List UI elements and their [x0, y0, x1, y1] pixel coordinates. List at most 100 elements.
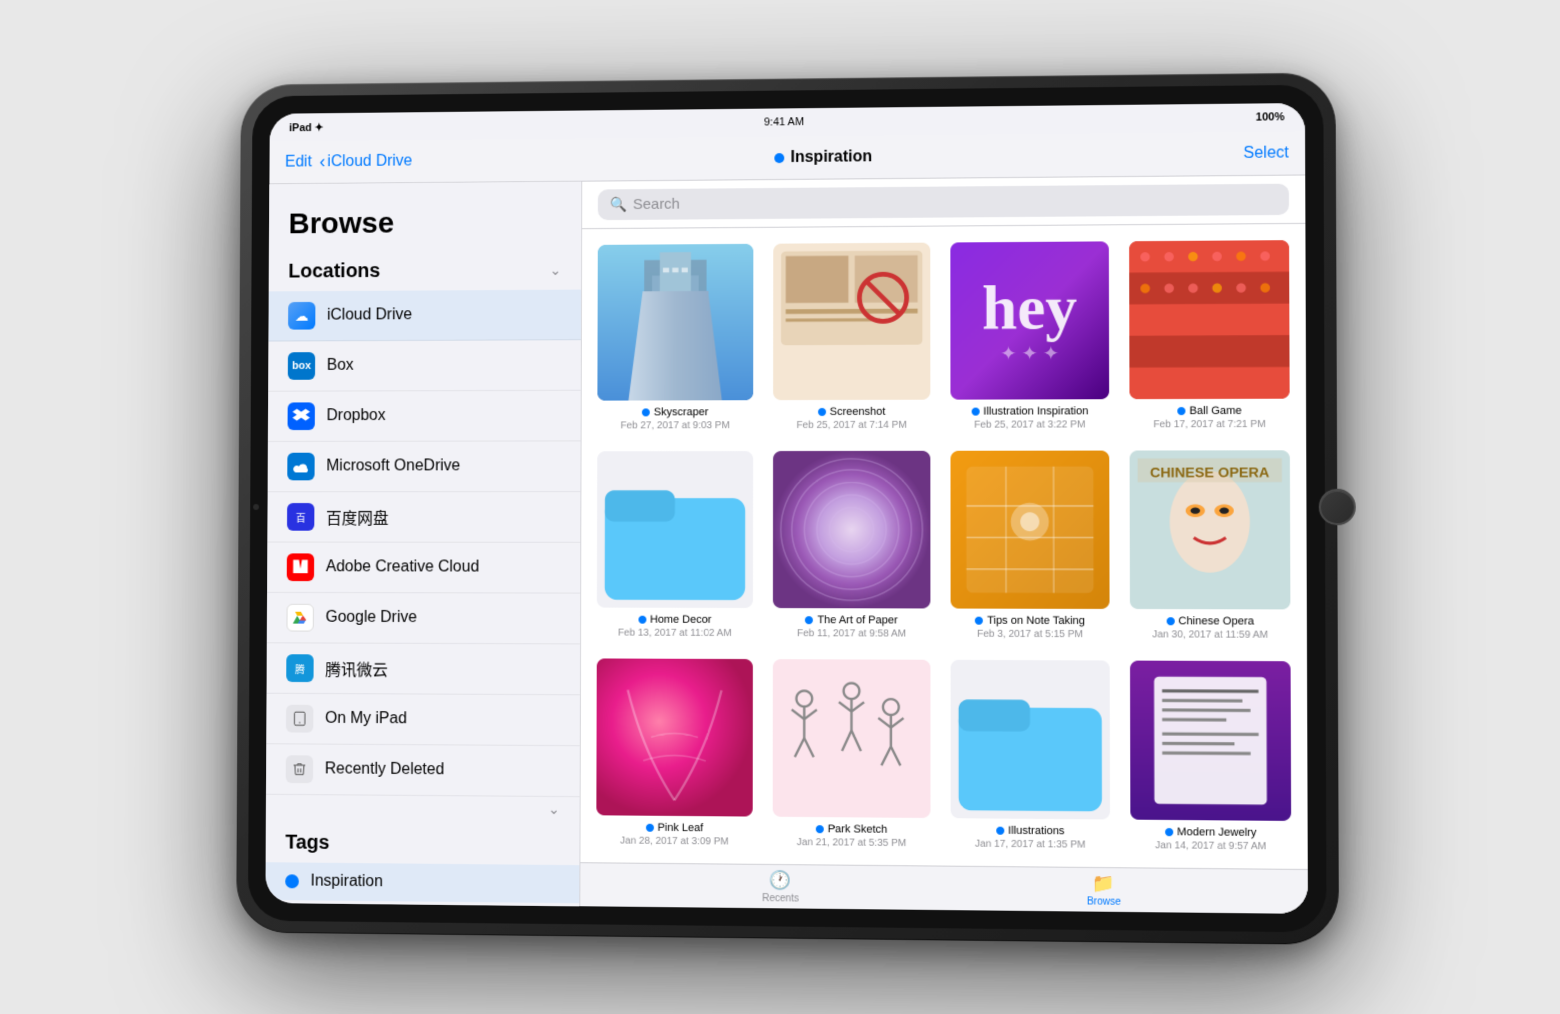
select-button[interactable]: Select	[1243, 144, 1288, 163]
ballgame-thumb	[1129, 240, 1290, 399]
chineseopera-name: Chinese Opera	[1166, 615, 1254, 627]
sidebar-item-icloud[interactable]: ☁ iCloud Drive	[269, 290, 581, 342]
tab-browse[interactable]: 📁 Browse	[1087, 873, 1121, 908]
search-icon: 🔍	[610, 196, 627, 213]
ipad-device: iPad ✦ 9:41 AM 100% Edit ‹ iCloud Drive	[236, 72, 1339, 944]
locations-label: Locations	[288, 260, 380, 283]
homedecor-name: Home Decor	[638, 614, 711, 626]
browse-icon: 📁	[1092, 873, 1115, 895]
artofpaper-dot	[805, 616, 813, 624]
file-item-pinkleaf[interactable]: Pink Leaf Jan 28, 2017 at 3:09 PM	[596, 658, 753, 847]
screenshot-name: Screenshot	[818, 406, 886, 418]
file-item-homedecor[interactable]: Home Decor Feb 13, 2017 at 11:02 AM	[597, 451, 753, 639]
onedrive-label: Microsoft OneDrive	[326, 457, 460, 475]
locations-bottom-chevron-icon[interactable]: ⌄	[548, 801, 560, 818]
tencent-icon: 腾	[286, 654, 313, 682]
sidebar-item-recently-deleted[interactable]: Recently Deleted	[266, 744, 580, 797]
svg-text:✦ ✦ ✦: ✦ ✦ ✦	[1000, 343, 1059, 365]
tab-recents[interactable]: 🕐 Recents	[762, 869, 799, 904]
sidebar-item-box[interactable]: box Box	[268, 340, 580, 392]
illustration-thumb: hey ✦ ✦ ✦	[950, 241, 1109, 399]
tags-title: Tags	[266, 816, 580, 866]
svg-text:hey: hey	[982, 274, 1077, 343]
file-item-parksketch[interactable]: Park Sketch Jan 21, 2017 at 5:35 PM	[773, 659, 931, 849]
homedecor-thumb	[597, 451, 753, 608]
chineseopera-dot	[1166, 617, 1174, 625]
ballgame-name: Ball Game	[1177, 405, 1242, 417]
pinkleaf-date: Jan 28, 2017 at 3:09 PM	[620, 836, 729, 848]
inspiration-tag-label: Inspiration	[311, 873, 383, 892]
baidu-label: 百度网盘	[326, 505, 389, 529]
homedecor-date: Feb 13, 2017 at 11:02 AM	[618, 628, 732, 639]
dropbox-icon	[288, 402, 315, 430]
box-label: Box	[327, 357, 354, 375]
pinkleaf-dot	[646, 824, 654, 832]
sidebar-item-google[interactable]: Google Drive	[267, 593, 580, 645]
locations-chevron-icon[interactable]: ⌄	[550, 262, 562, 279]
file-item-illustrations[interactable]: Illustrations Jan 17, 2017 at 1:35 PM	[951, 660, 1110, 851]
battery-label: 100%	[1256, 111, 1285, 123]
dropbox-label: Dropbox	[326, 407, 385, 425]
chineseopera-date: Jan 30, 2017 at 11:59 AM	[1152, 629, 1268, 641]
search-container: 🔍 Search	[582, 175, 1305, 229]
page-title: Inspiration	[791, 148, 873, 167]
browse-label: Browse	[1087, 896, 1121, 908]
edit-button[interactable]: Edit	[285, 153, 312, 171]
skyscraper-date: Feb 27, 2017 at 9:03 PM	[621, 420, 730, 431]
sidebar-item-ipad[interactable]: On My iPad	[266, 694, 579, 746]
pinkleaf-name: Pink Leaf	[646, 822, 704, 835]
modernjewelry-dot	[1165, 828, 1173, 836]
illustrations-name: Illustrations	[996, 825, 1065, 838]
homedecor-dot	[638, 616, 646, 624]
adobe-label: Adobe Creative Cloud	[326, 558, 479, 576]
back-chevron-icon: ‹	[320, 151, 326, 172]
inspiration-dot-icon	[285, 874, 299, 888]
screenshot-date: Feb 25, 2017 at 7:14 PM	[796, 420, 906, 431]
sidebar-item-onedrive[interactable]: Microsoft OneDrive	[268, 441, 581, 492]
nav-left: Edit ‹ iCloud Drive	[285, 151, 412, 173]
pinkleaf-thumb	[596, 658, 753, 816]
notetaking-dot	[975, 617, 983, 625]
main-content: Browse Locations ⌄ ☁ iCloud Drive box Bo…	[266, 175, 1308, 913]
illustrations-dot	[996, 827, 1004, 835]
sidebar-item-adobe[interactable]: Adobe Creative Cloud	[267, 543, 580, 594]
nav-title: Inspiration	[775, 148, 873, 167]
sidebar-item-tencent[interactable]: 腾 腾讯微云	[267, 643, 580, 695]
search-bar[interactable]: 🔍 Search	[598, 184, 1289, 220]
modernjewelry-thumb	[1130, 661, 1291, 821]
onedrive-icon	[287, 453, 314, 481]
file-area: 🔍 Search	[580, 175, 1308, 913]
file-item-notetaking[interactable]: Tips on Note Taking Feb 3, 2017 at 5:15 …	[950, 451, 1109, 641]
sidebar-item-baidu[interactable]: 百 百度网盘	[267, 492, 580, 543]
recents-label: Recents	[762, 893, 799, 904]
box-icon: box	[288, 352, 315, 380]
illustrations-date: Jan 17, 2017 at 1:35 PM	[975, 839, 1086, 851]
tab-bar: 🕐 Recents 📁 Browse	[580, 862, 1308, 914]
file-item-ballgame[interactable]: Ball Game Feb 17, 2017 at 7:21 PM	[1129, 240, 1290, 430]
search-input[interactable]: Search	[633, 196, 680, 213]
adobe-icon	[287, 553, 314, 581]
chineseopera-thumb: CHINESE OPERA	[1130, 450, 1291, 609]
file-item-artofpaper[interactable]: The Art of Paper Feb 11, 2017 at 9:58 AM	[773, 451, 931, 640]
file-item-chineseopera[interactable]: CHINESE OPERA Chinese Opera Jan 30, 2017…	[1130, 450, 1291, 641]
skyscraper-name: Skyscraper	[642, 406, 709, 418]
screenshot-thumb	[773, 243, 930, 401]
notetaking-thumb	[950, 451, 1109, 609]
file-item-skyscraper[interactable]: Skyscraper Feb 27, 2017 at 9:03 PM	[597, 244, 753, 432]
home-button[interactable]	[1319, 489, 1356, 526]
illustration-dot	[971, 408, 979, 416]
icloud-icon: ☁	[288, 302, 315, 330]
tag-item-inspiration[interactable]: Inspiration	[266, 862, 580, 903]
baidu-icon: 百	[287, 503, 314, 531]
back-button[interactable]: ‹ iCloud Drive	[320, 151, 413, 172]
locations-header: Locations ⌄	[269, 255, 581, 291]
file-item-illustration[interactable]: hey ✦ ✦ ✦ Illustration Inspiration Feb 2…	[950, 241, 1109, 430]
ipad-files-icon	[286, 705, 313, 733]
status-right: 100%	[1256, 111, 1285, 123]
file-item-screenshot[interactable]: Screenshot Feb 25, 2017 at 7:14 PM	[773, 243, 930, 431]
file-item-modernjewelry[interactable]: Modern Jewelry Jan 14, 2017 at 9:57 AM	[1130, 661, 1291, 853]
status-time: 9:41 AM	[764, 116, 804, 128]
sidebar-item-dropbox[interactable]: Dropbox	[268, 391, 581, 442]
modernjewelry-name: Modern Jewelry	[1165, 826, 1257, 839]
status-left: iPad ✦	[289, 121, 324, 134]
